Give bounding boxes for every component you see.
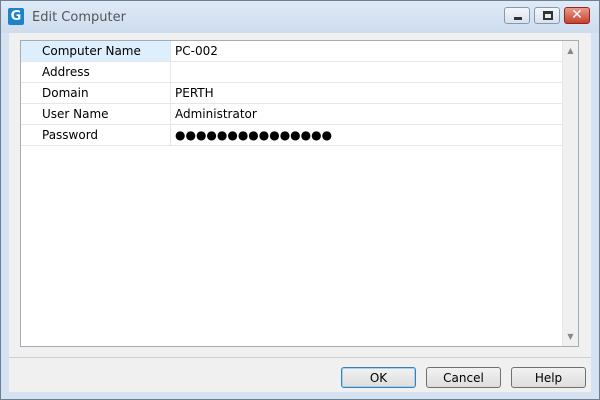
property-rows: Computer Name PC-002 Address Domain PERT… bbox=[21, 41, 564, 146]
property-row-computer-name[interactable]: Computer Name PC-002 bbox=[21, 41, 564, 62]
address-value[interactable] bbox=[171, 62, 564, 82]
property-row-domain[interactable]: Domain PERTH bbox=[21, 83, 564, 104]
minimize-icon bbox=[514, 17, 522, 20]
cancel-button[interactable]: Cancel bbox=[426, 367, 501, 388]
maximize-icon bbox=[543, 11, 553, 20]
scroll-up-icon[interactable]: ▲ bbox=[563, 43, 578, 58]
user-name-value[interactable]: Administrator bbox=[171, 104, 564, 124]
property-grid: Computer Name PC-002 Address Domain PERT… bbox=[20, 40, 579, 347]
computer-name-value[interactable]: PC-002 bbox=[171, 41, 564, 61]
scroll-down-icon[interactable]: ▼ bbox=[563, 329, 578, 344]
maximize-button[interactable] bbox=[534, 7, 560, 24]
property-name: Computer Name bbox=[21, 41, 171, 61]
title-bar[interactable]: G Edit Computer ✕ bbox=[1, 1, 599, 33]
property-row-password[interactable]: Password ●●●●●●●●●●●●●●● bbox=[21, 125, 564, 146]
button-bar: OK Cancel Help bbox=[9, 357, 591, 392]
app-logo-icon: G bbox=[8, 8, 24, 25]
window-title: Edit Computer bbox=[32, 10, 126, 25]
minimize-button[interactable] bbox=[504, 7, 530, 24]
property-name: Password bbox=[21, 125, 171, 145]
property-name: User Name bbox=[21, 104, 171, 124]
password-value[interactable]: ●●●●●●●●●●●●●●● bbox=[171, 125, 564, 145]
help-button[interactable]: Help bbox=[511, 367, 586, 388]
close-icon: ✕ bbox=[571, 7, 583, 23]
property-name: Address bbox=[21, 62, 171, 82]
property-row-user-name[interactable]: User Name Administrator bbox=[21, 104, 564, 125]
property-name: Domain bbox=[21, 83, 171, 103]
edit-computer-dialog: G Edit Computer ✕ Computer Name PC-002 A… bbox=[0, 0, 600, 400]
ok-button[interactable]: OK bbox=[341, 367, 416, 388]
domain-value[interactable]: PERTH bbox=[171, 83, 564, 103]
vertical-scrollbar[interactable]: ▲ ▼ bbox=[562, 41, 578, 346]
close-button[interactable]: ✕ bbox=[564, 7, 590, 24]
dialog-body: Computer Name PC-002 Address Domain PERT… bbox=[9, 33, 591, 357]
property-row-address[interactable]: Address bbox=[21, 62, 564, 83]
